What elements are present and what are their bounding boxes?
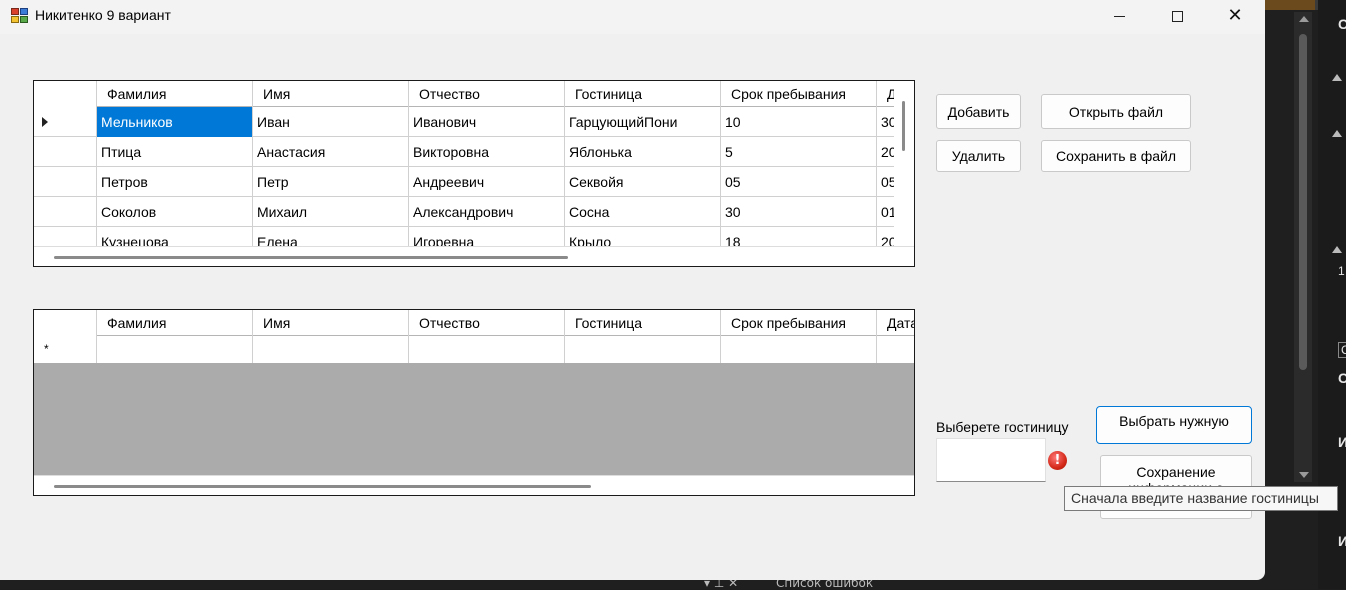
- table-cell[interactable]: [721, 336, 877, 363]
- maximize-icon: [1171, 10, 1183, 22]
- ide-right-letter[interactable]: С: [1338, 342, 1346, 358]
- close-icon: ✕: [1227, 5, 1243, 26]
- close-button[interactable]: ✕: [1206, 0, 1264, 32]
- ide-right-letter: С: [1338, 370, 1346, 386]
- table-row[interactable]: Птица Анастасия Викторовна Яблонька 5 20: [34, 137, 914, 167]
- scroll-thumb[interactable]: [54, 485, 591, 488]
- column-header[interactable]: Срок пребывания: [721, 81, 877, 107]
- table-cell[interactable]: ГарцующийПони: [565, 107, 721, 137]
- delete-button[interactable]: Удалить: [936, 140, 1021, 172]
- ide-vertical-scrollbar[interactable]: [1294, 12, 1312, 482]
- add-button[interactable]: Добавить: [936, 94, 1021, 129]
- column-header[interactable]: Дата: [877, 310, 914, 336]
- app-icon: [11, 8, 29, 24]
- table-cell[interactable]: Секвойя: [565, 167, 721, 197]
- table-cell[interactable]: Сосна: [565, 197, 721, 227]
- hotel-label: Выберете гостиницу: [936, 419, 1069, 435]
- ide-right-letter: 1: [1338, 264, 1345, 278]
- table-row[interactable]: Петров Петр Андреевич Секвойя 05 05: [34, 167, 914, 197]
- column-header[interactable]: Фамилия: [97, 81, 253, 107]
- row-header[interactable]: *: [34, 336, 97, 363]
- ide-right-letter: И: [1338, 533, 1346, 549]
- table-cell[interactable]: Викторовна: [409, 137, 565, 167]
- window-title: Никитенко 9 вариант: [35, 7, 171, 23]
- filtered-grid[interactable]: Фамилия Имя Отчество Гостиница Срок преб…: [33, 309, 915, 496]
- current-row-icon: [42, 117, 48, 127]
- table-cell[interactable]: [565, 336, 721, 363]
- column-header[interactable]: Имя: [253, 310, 409, 336]
- expand-icon[interactable]: [1332, 74, 1342, 81]
- grid-empty-area: [34, 363, 914, 474]
- table-cell[interactable]: Мельников: [97, 107, 253, 137]
- table-cell[interactable]: Анастасия: [253, 137, 409, 167]
- row-header[interactable]: [34, 167, 97, 197]
- ide-top-accent: [1265, 0, 1315, 10]
- error-icon: !: [1048, 451, 1067, 470]
- maximize-button[interactable]: [1148, 0, 1206, 32]
- row-header-corner[interactable]: [34, 310, 97, 336]
- table-cell[interactable]: 5: [721, 137, 877, 167]
- table-row[interactable]: Мельников Иван Иванович ГарцующийПони 10 30: [34, 107, 914, 137]
- table-cell[interactable]: Андреевич: [409, 167, 565, 197]
- table-cell[interactable]: 30: [721, 197, 877, 227]
- scroll-thumb[interactable]: [54, 256, 568, 259]
- grid-horizontal-scrollbar[interactable]: [34, 475, 914, 495]
- table-cell[interactable]: 05: [721, 167, 877, 197]
- table-cell[interactable]: Иванович: [409, 107, 565, 137]
- table-cell[interactable]: [97, 336, 253, 363]
- column-header[interactable]: Отчество: [409, 310, 565, 336]
- table-cell[interactable]: Александрович: [409, 197, 565, 227]
- grid-header: Фамилия Имя Отчество Гостиница Срок преб…: [34, 81, 914, 107]
- choose-hotel-button[interactable]: Выбрать нужную: [1096, 406, 1252, 444]
- table-cell[interactable]: Соколов: [97, 197, 253, 227]
- title-bar[interactable]: Никитенко 9 вариант ✕: [0, 0, 1265, 34]
- table-cell[interactable]: 10: [721, 107, 877, 137]
- minimize-button[interactable]: [1090, 0, 1148, 32]
- save-file-button[interactable]: Сохранить в файл: [1041, 140, 1191, 172]
- column-header[interactable]: Срок пребывания: [721, 310, 877, 336]
- column-header[interactable]: Гостиница: [565, 81, 721, 107]
- grid-header: Фамилия Имя Отчество Гостиница Срок преб…: [34, 310, 914, 336]
- table-cell[interactable]: [409, 336, 565, 363]
- scroll-up-icon[interactable]: [1299, 16, 1309, 22]
- guests-grid[interactable]: Фамилия Имя Отчество Гостиница Срок преб…: [33, 80, 915, 267]
- row-header[interactable]: [34, 197, 97, 227]
- column-header[interactable]: Фамилия: [97, 310, 253, 336]
- column-header[interactable]: Отчество: [409, 81, 565, 107]
- ide-right-letter: И: [1338, 434, 1346, 450]
- scroll-down-icon[interactable]: [1299, 472, 1309, 478]
- new-row-marker: *: [44, 342, 49, 356]
- grid-horizontal-scrollbar[interactable]: [34, 246, 914, 266]
- expand-icon[interactable]: [1332, 246, 1342, 253]
- row-header[interactable]: [34, 137, 97, 167]
- grid-vertical-scrollbar[interactable]: [894, 81, 914, 248]
- table-cell[interactable]: Михаил: [253, 197, 409, 227]
- table-cell[interactable]: Петр: [253, 167, 409, 197]
- error-tooltip: Сначала введите название гостиницы: [1064, 486, 1338, 511]
- expand-icon[interactable]: [1332, 130, 1342, 137]
- table-cell[interactable]: [877, 336, 914, 363]
- table-cell[interactable]: [253, 336, 409, 363]
- grid-rows: Мельников Иван Иванович ГарцующийПони 10 30 Пт…: [34, 107, 914, 257]
- open-file-button[interactable]: Открыть файл: [1041, 94, 1191, 129]
- new-row[interactable]: *: [34, 336, 914, 363]
- table-row[interactable]: Соколов Михаил Александрович Сосна 30 01: [34, 197, 914, 227]
- column-header[interactable]: Имя: [253, 81, 409, 107]
- column-header[interactable]: Гостиница: [565, 310, 721, 336]
- minimize-icon: [1113, 15, 1125, 17]
- scroll-thumb[interactable]: [902, 101, 905, 151]
- table-cell[interactable]: Яблонька: [565, 137, 721, 167]
- table-cell[interactable]: Птица: [97, 137, 253, 167]
- ide-right-letter: С: [1338, 16, 1346, 32]
- row-header-corner[interactable]: [34, 81, 97, 107]
- scroll-thumb[interactable]: [1299, 34, 1307, 370]
- table-cell[interactable]: Иван: [253, 107, 409, 137]
- table-cell[interactable]: Петров: [97, 167, 253, 197]
- row-header[interactable]: [34, 107, 97, 137]
- hotel-input[interactable]: [936, 438, 1046, 482]
